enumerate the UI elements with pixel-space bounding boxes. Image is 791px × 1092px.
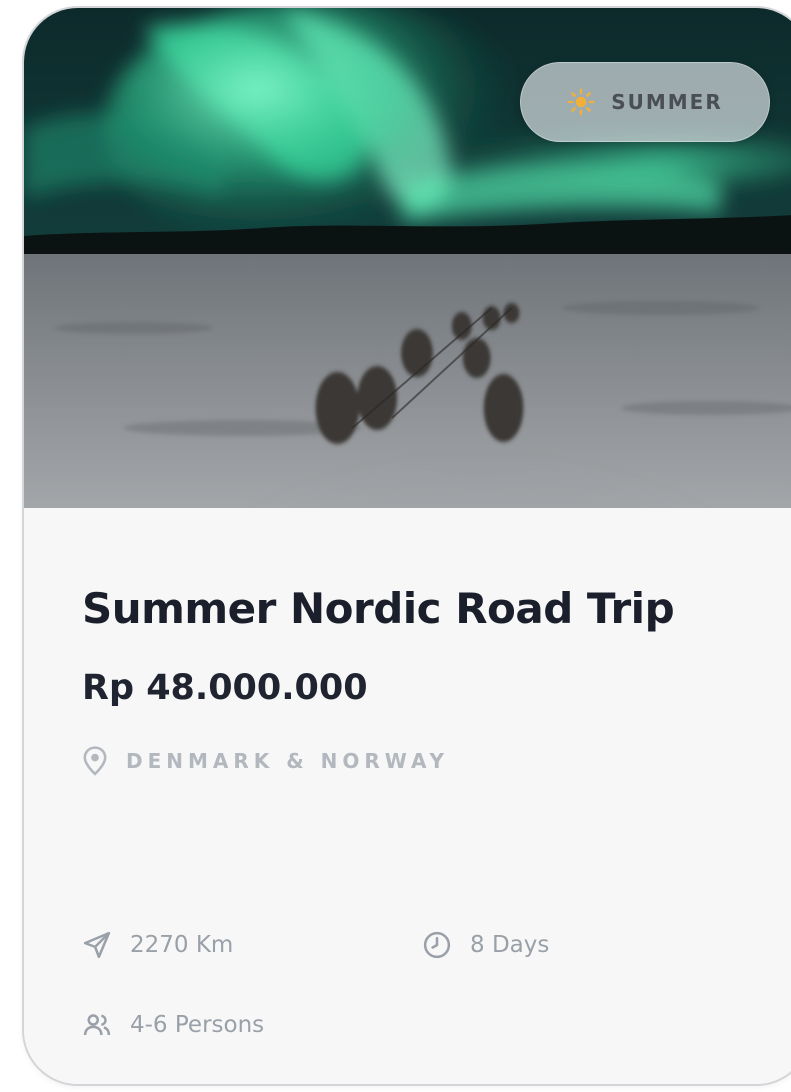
trip-hero-image: SUMMER (24, 8, 791, 508)
navigation-arrow-icon (83, 931, 111, 959)
sun-icon (567, 88, 595, 116)
trip-duration: 8 Days (422, 930, 549, 960)
trip-distance-label: 2270 Km (130, 932, 234, 958)
clock-icon (423, 931, 451, 959)
trip-price: Rp 48.000.000 (82, 668, 368, 708)
season-badge-label: SUMMER (611, 90, 723, 114)
trip-location-label: DENMARK & NORWAY (126, 749, 449, 773)
season-badge: SUMMER (520, 62, 770, 142)
users-icon (83, 1014, 111, 1036)
trip-card[interactable]: SUMMER Summer Nordic Road Trip Rp 48.000… (22, 6, 791, 1086)
trip-card-content: Summer Nordic Road Trip Rp 48.000.000 DE… (24, 508, 791, 1084)
trip-location: DENMARK & NORWAY (82, 746, 449, 776)
trip-distance: 2270 Km (82, 930, 233, 960)
location-pin-icon (83, 746, 107, 776)
trip-title[interactable]: Summer Nordic Road Trip (82, 584, 675, 633)
trip-group-size-label: 4-6 Persons (130, 1012, 265, 1038)
trip-duration-label: 8 Days (470, 932, 550, 958)
trip-group-size: 4-6 Persons (82, 1010, 264, 1040)
